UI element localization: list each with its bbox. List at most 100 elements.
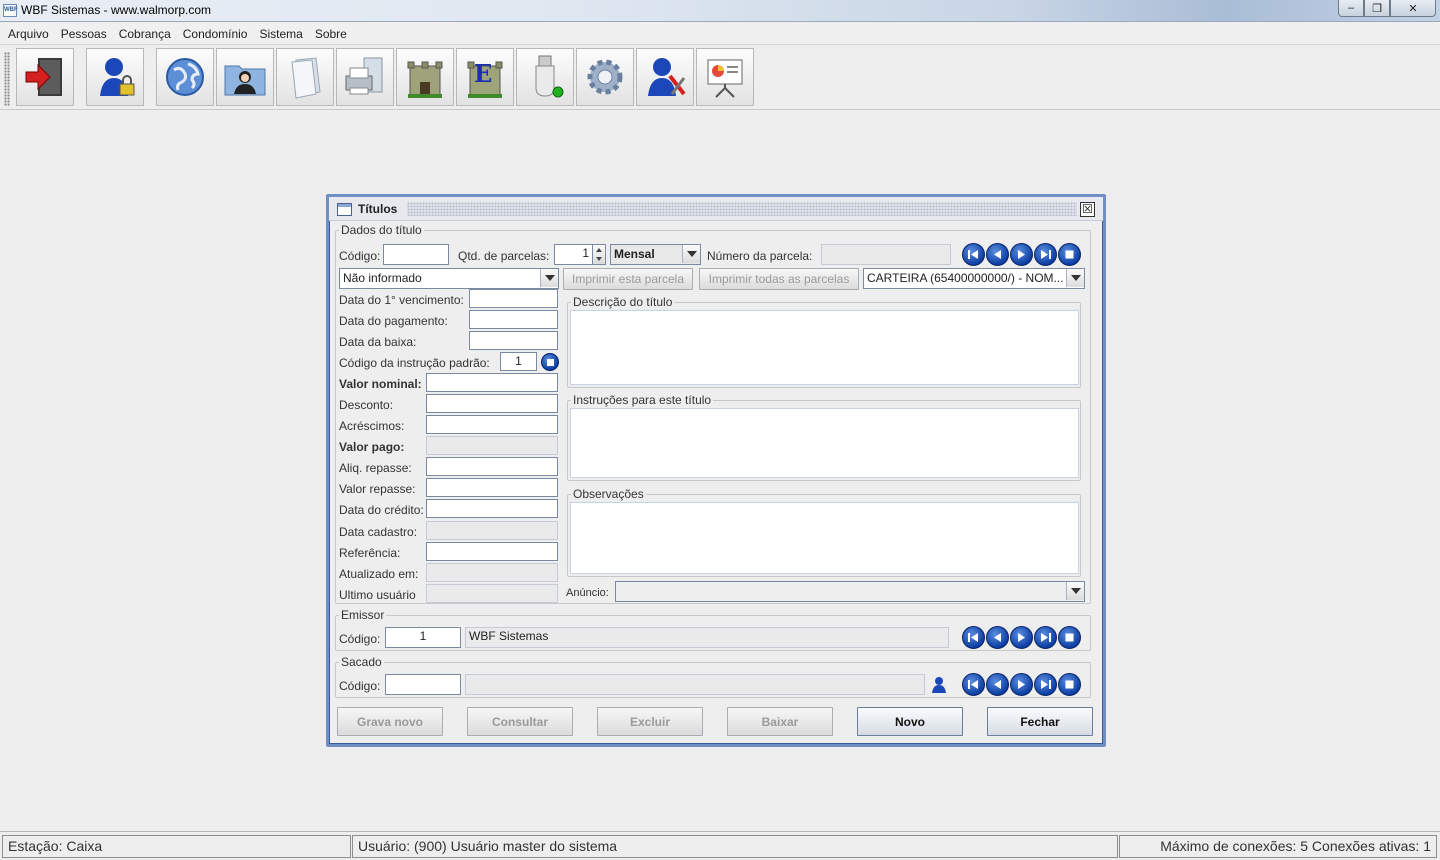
imprimir-todas-parcelas-button[interactable]: Imprimir todas as parcelas (699, 268, 859, 290)
menu-pessoas[interactable]: Pessoas (55, 27, 113, 41)
status-conexoes: Máximo de conexões: 5 Conexões ativas: 1 (1119, 835, 1437, 858)
descricao-label: Descrição do título (571, 295, 675, 309)
castle-button[interactable] (396, 48, 454, 106)
qtd-parcelas-stepper[interactable] (593, 244, 606, 265)
parcela-navigation (962, 243, 1081, 266)
instrucao-padrao-input[interactable]: 1 (500, 352, 537, 371)
chevron-down-icon (1066, 582, 1084, 600)
stop-icon (546, 358, 554, 366)
menu-sistema[interactable]: Sistema (253, 27, 308, 41)
restore-button[interactable]: ❐ (1364, 0, 1390, 17)
menu-bar: Arquivo Pessoas Cobrança Condomínio Sist… (0, 23, 1440, 45)
emissor-label: Emissor (339, 608, 387, 622)
acrescimos-input[interactable] (426, 415, 558, 434)
svg-text:E: E (474, 59, 492, 88)
exit-button[interactable] (16, 48, 74, 106)
menu-sobre[interactable]: Sobre (309, 27, 353, 41)
descricao-textarea[interactable] (570, 310, 1079, 385)
sacado-previous-button[interactable] (986, 673, 1009, 696)
sacado-next-button[interactable] (1010, 673, 1033, 696)
exit-icon (25, 58, 62, 96)
globe-button[interactable] (156, 48, 214, 106)
stop-button[interactable] (1058, 243, 1081, 266)
emissor-first-button[interactable] (962, 626, 985, 649)
desconto-input[interactable] (426, 394, 558, 413)
menu-condominio[interactable]: Condomínio (177, 27, 254, 41)
menu-arquivo[interactable]: Arquivo (2, 27, 55, 41)
excluir-button[interactable]: Excluir (597, 707, 703, 736)
sacado-search-button[interactable] (929, 675, 949, 695)
close-frame-button[interactable]: ☒ (1080, 202, 1095, 217)
sacado-stop-button[interactable] (1058, 673, 1081, 696)
valor-repasse-input[interactable] (426, 478, 558, 497)
emissor-last-button[interactable] (1034, 626, 1057, 649)
data-pagamento-input[interactable] (469, 310, 558, 329)
grava-novo-button[interactable]: Grava novo (337, 707, 443, 736)
presentation-button[interactable] (696, 48, 754, 106)
contacts-button[interactable] (216, 48, 274, 106)
emissor-codigo-input[interactable]: 1 (385, 627, 461, 648)
castle-e-button[interactable]: E (456, 48, 514, 106)
sacado-last-button[interactable] (1034, 673, 1057, 696)
consultar-button[interactable]: Consultar (467, 707, 573, 736)
sacado-codigo-input[interactable] (385, 674, 461, 695)
previous-record-button[interactable] (986, 243, 1009, 266)
codigo-input[interactable] (383, 244, 449, 265)
print-button[interactable] (336, 48, 394, 106)
novo-button[interactable]: Novo (857, 707, 963, 736)
user-tools-button[interactable] (636, 48, 694, 106)
observacoes-label: Observações (571, 487, 646, 501)
anuncio-select[interactable] (615, 581, 1085, 602)
status-bar: Estação: Caixa Usuário: (900) Usuário ma… (0, 831, 1440, 860)
next-record-button[interactable] (1010, 243, 1033, 266)
toolbar-grip[interactable] (4, 52, 10, 106)
first-icon (968, 633, 978, 642)
minimize-button[interactable]: – (1338, 0, 1364, 17)
stop-icon (1065, 633, 1074, 642)
ultimo-usuario-field (426, 584, 558, 603)
emissor-next-button[interactable] (1010, 626, 1033, 649)
next-icon (1018, 680, 1025, 689)
title-bar-grip (407, 202, 1077, 216)
document-icon (291, 57, 321, 99)
baixar-button[interactable]: Baixar (727, 707, 833, 736)
data-vencimento-input[interactable] (469, 289, 558, 308)
last-record-button[interactable] (1034, 243, 1057, 266)
periodicidade-select[interactable]: Mensal (610, 244, 701, 265)
qtd-parcelas-input[interactable]: 1 (554, 244, 593, 265)
presentation-icon (707, 59, 743, 98)
close-window-button[interactable]: ✕ (1390, 0, 1436, 17)
previous-icon (994, 633, 1001, 642)
titulos-title-bar[interactable]: Títulos ☒ (329, 197, 1103, 221)
usb-button[interactable] (516, 48, 574, 106)
sacado-first-button[interactable] (962, 673, 985, 696)
carteira-select[interactable]: CARTEIRA (65400000000/) - NOM... (863, 268, 1085, 289)
document-button[interactable] (276, 48, 334, 106)
emissor-stop-button[interactable] (1058, 626, 1081, 649)
situacao-select[interactable]: Não informado (339, 268, 559, 289)
imprimir-esta-parcela-button[interactable]: Imprimir esta parcela (563, 268, 693, 290)
settings-button[interactable] (576, 48, 634, 106)
first-icon (968, 250, 978, 259)
referencia-label: Referência: (339, 546, 401, 560)
window-controls: – ❐ ✕ (1338, 0, 1436, 17)
data-cadastro-field (426, 521, 558, 540)
observacoes-textarea[interactable] (570, 502, 1079, 574)
aliq-repasse-input[interactable] (426, 457, 558, 476)
first-record-button[interactable] (962, 243, 985, 266)
user-lock-button[interactable] (86, 48, 144, 106)
data-pagamento-label: Data do pagamento: (339, 314, 448, 328)
data-cadastro-label: Data cadastro: (339, 525, 418, 539)
instrucoes-textarea[interactable] (570, 408, 1079, 478)
menu-cobranca[interactable]: Cobrança (113, 27, 177, 41)
data-credito-input[interactable] (426, 499, 558, 518)
data-baixa-input[interactable] (469, 331, 558, 350)
valor-nominal-input[interactable] (426, 373, 558, 392)
referencia-input[interactable] (426, 542, 558, 561)
data-credito-label: Data do crédito: (339, 503, 424, 517)
chevron-down-icon (540, 269, 558, 287)
emissor-previous-button[interactable] (986, 626, 1009, 649)
first-icon (968, 680, 978, 689)
fechar-button[interactable]: Fechar (987, 707, 1093, 736)
instrucao-lookup-button[interactable] (541, 353, 559, 371)
